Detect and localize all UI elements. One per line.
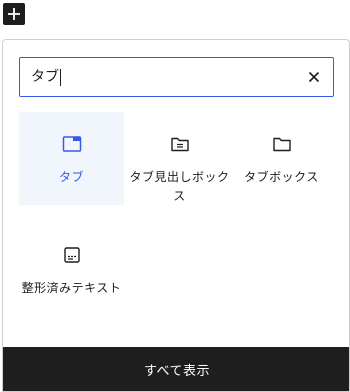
block-item-label: タブ — [58, 170, 84, 184]
block-item-tab-box[interactable]: タブボックス — [229, 112, 334, 205]
folder-lines-icon — [168, 132, 192, 156]
block-item-label: 整形済みテキスト — [21, 281, 122, 295]
clear-search-button[interactable] — [303, 66, 325, 88]
block-item-tab-heading-box[interactable]: タブ見出しボックス — [127, 112, 232, 212]
preformatted-text-icon — [60, 243, 84, 267]
block-item-label: タブボックス — [244, 170, 319, 184]
plus-icon — [8, 8, 20, 20]
block-item-label: タブ見出しボックス — [129, 170, 230, 203]
block-inserter-popover: タブ タブ タブ見出しボックス タブボックス 整形済みテキスト すべて表示 — [2, 39, 350, 392]
close-icon — [308, 71, 320, 83]
block-item-tab[interactable]: タブ — [19, 112, 124, 205]
add-block-button[interactable] — [3, 3, 25, 25]
text-caret — [60, 68, 61, 86]
folder-icon — [270, 132, 294, 156]
browse-all-button[interactable]: すべて表示 — [3, 347, 349, 391]
browse-all-label: すべて表示 — [143, 363, 211, 379]
search-input[interactable]: タブ — [19, 57, 334, 97]
block-item-preformatted[interactable]: 整形済みテキスト — [19, 223, 124, 323]
search-input-value: タブ — [31, 69, 59, 85]
tab-window-icon — [60, 132, 84, 156]
